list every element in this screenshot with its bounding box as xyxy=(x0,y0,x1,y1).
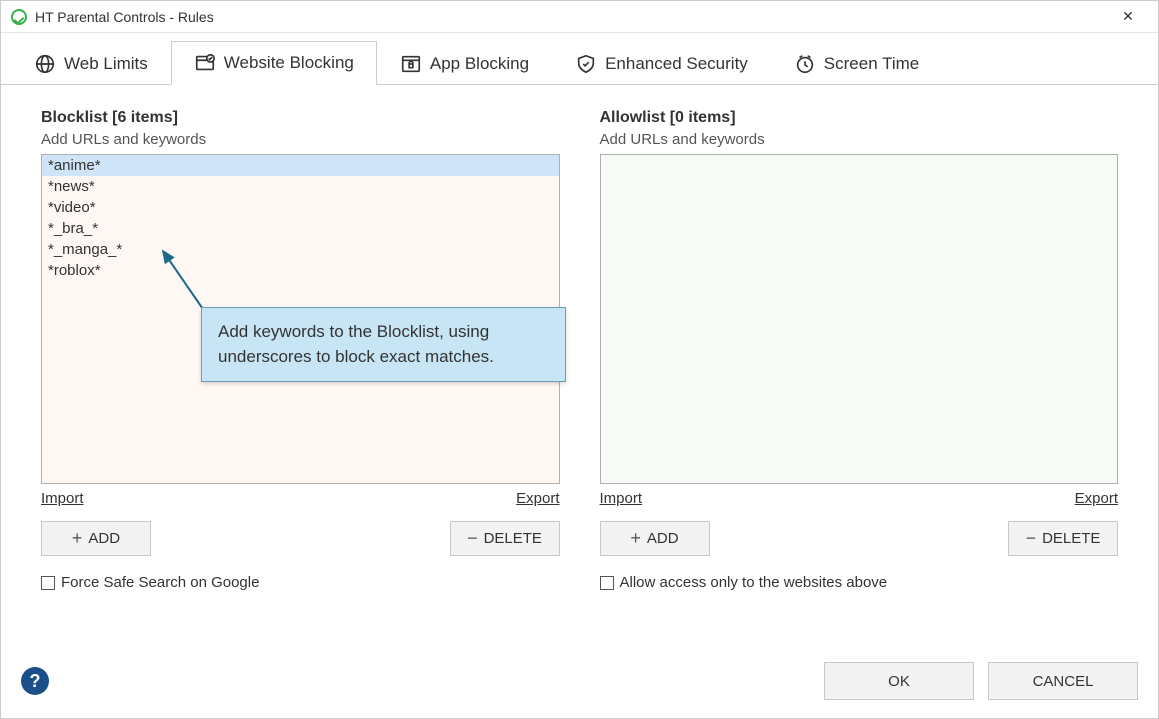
list-item[interactable]: *anime* xyxy=(42,155,559,176)
blocking-icon xyxy=(194,52,216,74)
tab-label: Enhanced Security xyxy=(605,54,748,74)
list-item[interactable]: *roblox* xyxy=(42,260,559,281)
list-item[interactable]: *_bra_* xyxy=(42,218,559,239)
allow-only-label: Allow access only to the websites above xyxy=(620,574,888,591)
main-content: Blocklist [6 items] Add URLs and keyword… xyxy=(1,85,1158,650)
window-title: HT Parental Controls - Rules xyxy=(35,9,1108,25)
button-label: DELETE xyxy=(484,530,542,547)
allowlist-header: Allowlist [0 items] xyxy=(600,109,1119,127)
allow-only-checkbox[interactable] xyxy=(600,576,614,590)
tab-label: Web Limits xyxy=(64,54,148,74)
safe-search-label: Force Safe Search on Google xyxy=(61,574,259,591)
window-close-button[interactable]: ✕ xyxy=(1108,1,1148,32)
clock-icon xyxy=(794,53,816,75)
allowlist-add-button[interactable]: + ADD xyxy=(600,521,710,556)
button-label: ADD xyxy=(647,530,679,547)
shield-check-icon xyxy=(575,53,597,75)
allowlist-panel: Allowlist [0 items] Add URLs and keyword… xyxy=(600,109,1119,640)
app-lock-icon xyxy=(400,53,422,75)
tab-enhanced-security[interactable]: Enhanced Security xyxy=(552,42,771,85)
window-titlebar: HT Parental Controls - Rules ✕ xyxy=(1,1,1158,33)
blocklist-header: Blocklist [6 items] xyxy=(41,109,560,127)
list-item[interactable]: *_manga_* xyxy=(42,239,559,260)
tabs-bar: Web Limits Website Blocking App Blocking… xyxy=(1,33,1158,85)
tab-screen-time[interactable]: Screen Time xyxy=(771,42,942,85)
allowlist-import-link[interactable]: Import xyxy=(600,490,643,507)
button-label: ADD xyxy=(88,530,120,547)
blocklist-sub: Add URLs and keywords xyxy=(41,131,560,148)
list-item[interactable]: *news* xyxy=(42,176,559,197)
cancel-button[interactable]: CANCEL xyxy=(988,662,1138,700)
ok-button[interactable]: OK xyxy=(824,662,974,700)
tab-label: App Blocking xyxy=(430,54,529,74)
tab-app-blocking[interactable]: App Blocking xyxy=(377,42,552,85)
app-icon xyxy=(11,9,27,25)
help-button[interactable]: ? xyxy=(21,667,49,695)
list-item[interactable]: *video* xyxy=(42,197,559,218)
tab-website-blocking[interactable]: Website Blocking xyxy=(171,41,377,85)
callout-text: Add keywords to the Blocklist, using und… xyxy=(218,322,494,366)
safe-search-checkbox[interactable] xyxy=(41,576,55,590)
allowlist-export-link[interactable]: Export xyxy=(1075,490,1118,507)
allowlist-listbox[interactable] xyxy=(600,154,1119,484)
tab-label: Website Blocking xyxy=(224,53,354,73)
blocklist-import-link[interactable]: Import xyxy=(41,490,84,507)
tooltip-callout: Add keywords to the Blocklist, using und… xyxy=(201,307,566,382)
dialog-footer: ? OK CANCEL xyxy=(1,650,1158,718)
blocklist-delete-button[interactable]: − DELETE xyxy=(450,521,560,556)
tab-label: Screen Time xyxy=(824,54,919,74)
allowlist-sub: Add URLs and keywords xyxy=(600,131,1119,148)
globe-icon xyxy=(34,53,56,75)
blocklist-export-link[interactable]: Export xyxy=(516,490,559,507)
blocklist-add-button[interactable]: + ADD xyxy=(41,521,151,556)
button-label: DELETE xyxy=(1042,530,1100,547)
allowlist-delete-button[interactable]: − DELETE xyxy=(1008,521,1118,556)
tab-web-limits[interactable]: Web Limits xyxy=(11,42,171,85)
